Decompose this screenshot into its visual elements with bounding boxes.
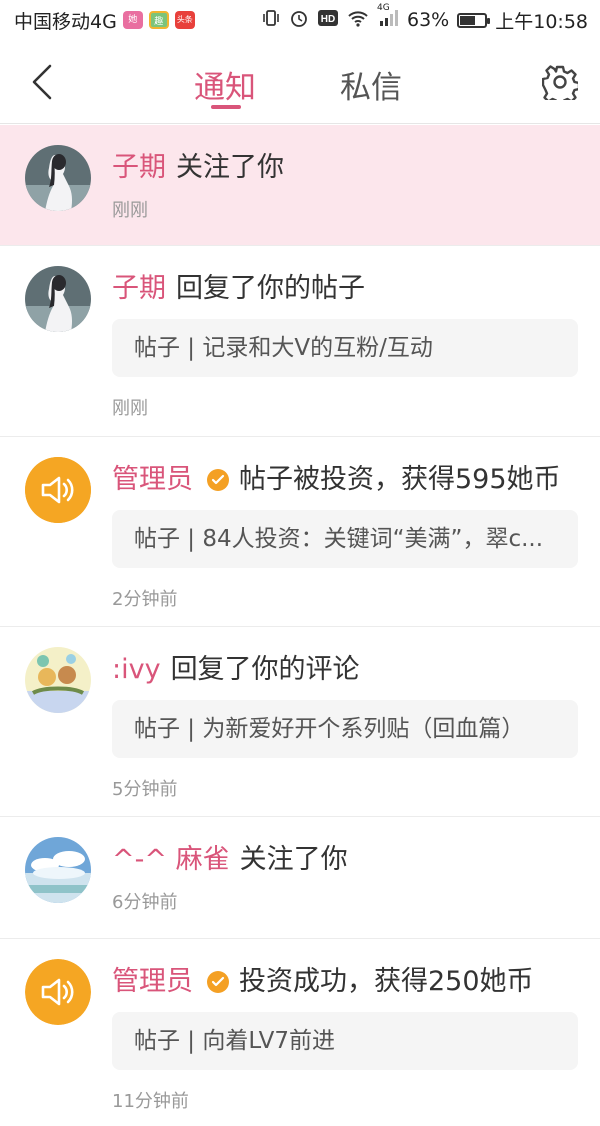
status-bar: 中国移动4G 她 趣 头条 HD 4G 63% 上午10:58 <box>0 0 600 40</box>
username[interactable]: 管理员 <box>112 462 193 498</box>
notification-text: 关注了你 <box>176 152 284 183</box>
timestamp: 2分钟前 <box>112 589 178 610</box>
tab-notifications[interactable]: 通知 <box>194 62 256 107</box>
username[interactable]: 管理员 <box>112 964 193 1000</box>
chevron-left-icon <box>32 64 52 100</box>
wifi-icon <box>347 9 369 32</box>
carrier-label: 中国移动4G <box>14 10 117 33</box>
username[interactable]: ^-^ 麻雀 <box>112 842 230 878</box>
notification-item[interactable]: :ivy 回复了你的评论 帖子 | 为新爱好开个系列贴（回血篇） 5分钟前 <box>0 627 600 817</box>
notification-item[interactable]: 管理员 投资成功，获得250她币 帖子 | 向着LV7前进 11分钟前 <box>0 939 600 1126</box>
avatar[interactable] <box>25 647 91 713</box>
gear-icon <box>542 65 578 100</box>
speaker-icon <box>25 959 91 1025</box>
username[interactable]: :ivy <box>112 652 161 688</box>
alarm-icon <box>289 8 309 33</box>
post-quote[interactable]: 帖子 | 84人投资：关键词“美满”，翠c... <box>112 510 578 568</box>
avatar[interactable] <box>25 266 91 332</box>
vibrate-icon <box>261 8 281 33</box>
settings-button[interactable] <box>540 62 580 102</box>
timestamp: 刚刚 <box>112 200 148 221</box>
timestamp: 5分钟前 <box>112 779 178 800</box>
avatar[interactable] <box>25 457 91 523</box>
app-notification-icon: 头条 <box>174 11 195 29</box>
notification-item[interactable]: 管理员 帖子被投资，获得595她币 帖子 | 84人投资：关键词“美满”，翠c.… <box>0 437 600 627</box>
notification-text: 投资成功，获得250她币 <box>239 966 534 997</box>
notification-item[interactable]: 子期 关注了你 刚刚 <box>0 125 600 246</box>
app-notification-icon: 趣 <box>148 11 169 29</box>
tab-private-messages[interactable]: 私信 <box>340 62 402 107</box>
timestamp: 6分钟前 <box>112 892 178 913</box>
network-type-label: 4G <box>377 2 390 13</box>
notification-list: 子期 关注了你 刚刚 子期 回复了你的帖子 帖子 | 记录和大V的互粉/互动 刚… <box>0 125 600 1126</box>
verified-badge-icon <box>207 469 229 491</box>
top-nav-bar: 通知 私信 <box>0 40 600 124</box>
signal-icon: 4G <box>377 3 399 32</box>
battery-percent: 63% <box>407 9 450 31</box>
verified-badge-icon <box>207 971 229 993</box>
post-quote[interactable]: 帖子 | 为新爱好开个系列贴（回血篇） <box>112 700 578 758</box>
post-quote[interactable]: 帖子 | 记录和大V的互粉/互动 <box>112 319 578 377</box>
svg-text:HD: HD <box>321 14 335 25</box>
timestamp: 刚刚 <box>112 398 148 419</box>
notification-item[interactable]: ^-^ 麻雀 关注了你 6分钟前 <box>0 817 600 939</box>
notification-text: 回复了你的帖子 <box>176 273 365 304</box>
username[interactable]: 子期 <box>112 150 166 186</box>
avatar[interactable] <box>25 145 91 211</box>
active-tab-indicator <box>211 105 241 109</box>
speaker-icon <box>25 457 91 523</box>
timestamp: 11分钟前 <box>112 1091 189 1112</box>
notification-text: 关注了你 <box>239 844 348 875</box>
avatar[interactable] <box>25 837 91 903</box>
username[interactable]: 子期 <box>112 271 166 307</box>
avatar[interactable] <box>25 959 91 1025</box>
notification-item[interactable]: 子期 回复了你的帖子 帖子 | 记录和大V的互粉/互动 刚刚 <box>0 246 600 437</box>
notification-text: 回复了你的评论 <box>170 654 360 685</box>
battery-icon <box>457 12 491 28</box>
clock: 上午10:58 <box>495 10 588 33</box>
hd-icon: HD <box>317 9 339 32</box>
back-button[interactable] <box>22 60 62 104</box>
app-notification-icon: 她 <box>122 11 143 29</box>
notification-text: 帖子被投资，获得595她币 <box>239 464 561 495</box>
post-quote[interactable]: 帖子 | 向着LV7前进 <box>112 1012 578 1070</box>
